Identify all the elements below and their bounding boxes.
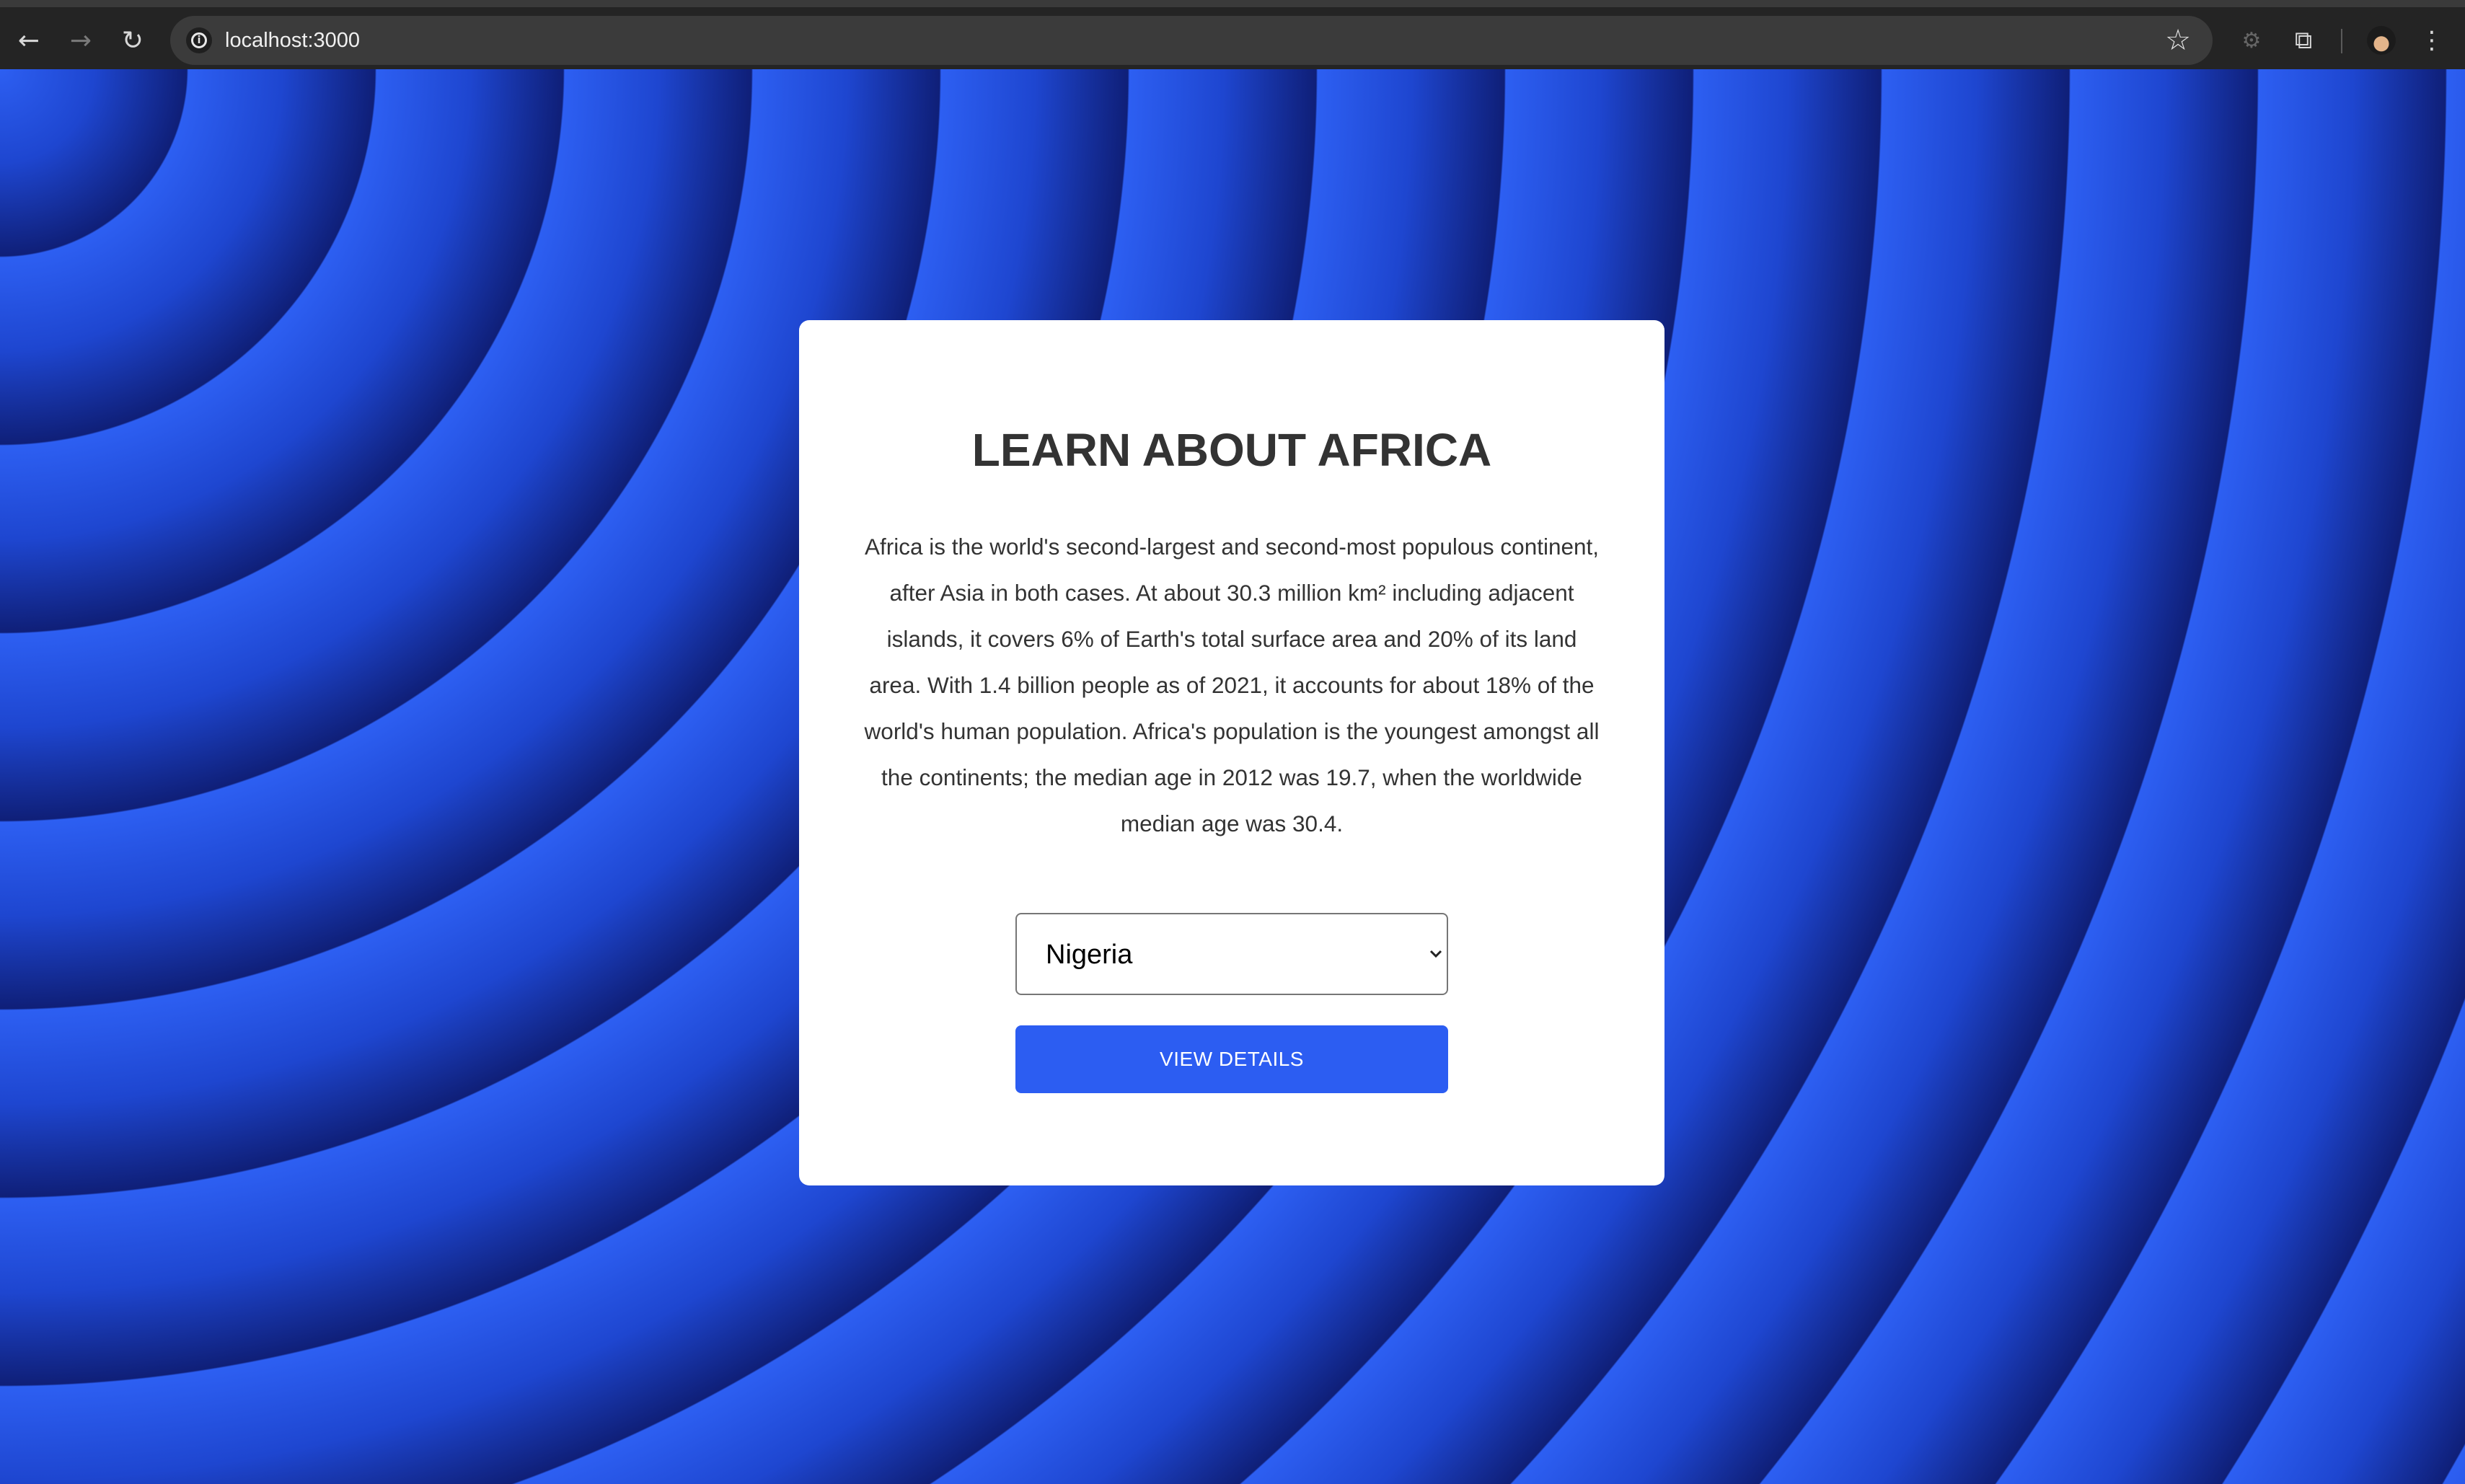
country-select[interactable]: Nigeria: [1015, 913, 1448, 995]
view-details-button[interactable]: VIEW DETAILS: [1015, 1025, 1448, 1093]
page-title: LEARN ABOUT AFRICA: [971, 424, 1492, 476]
bookmark-star-icon[interactable]: ☆: [2165, 23, 2191, 58]
forward-arrow-icon[interactable]: →: [61, 20, 101, 61]
site-info-icon[interactable]: i: [186, 27, 212, 53]
country-select-value: Nigeria: [1046, 940, 1133, 970]
address-bar[interactable]: i localhost:3000 ☆: [170, 16, 2213, 65]
chevron-down-icon: [1429, 950, 1442, 958]
browser-toolbar: ← → ↻ i localhost:3000 ☆ ⚙ ⧉ ⋮: [0, 0, 2465, 69]
back-arrow-icon[interactable]: ←: [9, 20, 49, 61]
profile-avatar-icon[interactable]: [2363, 22, 2400, 59]
page-background: LEARN ABOUT AFRICA Africa is the world's…: [0, 69, 2465, 1484]
url-text[interactable]: localhost:3000: [225, 26, 360, 55]
africa-description: Africa is the world's second-largest and…: [864, 534, 1600, 836]
toolbar-divider: [2341, 29, 2342, 53]
info-card: LEARN ABOUT AFRICA Africa is the world's…: [799, 320, 1664, 1185]
reload-icon[interactable]: ↻: [113, 20, 153, 61]
robot-icon[interactable]: ⚙: [2233, 22, 2270, 59]
extensions-puzzle-icon[interactable]: ⧉: [2285, 22, 2322, 59]
kebab-menu-icon[interactable]: ⋮: [2413, 22, 2451, 59]
